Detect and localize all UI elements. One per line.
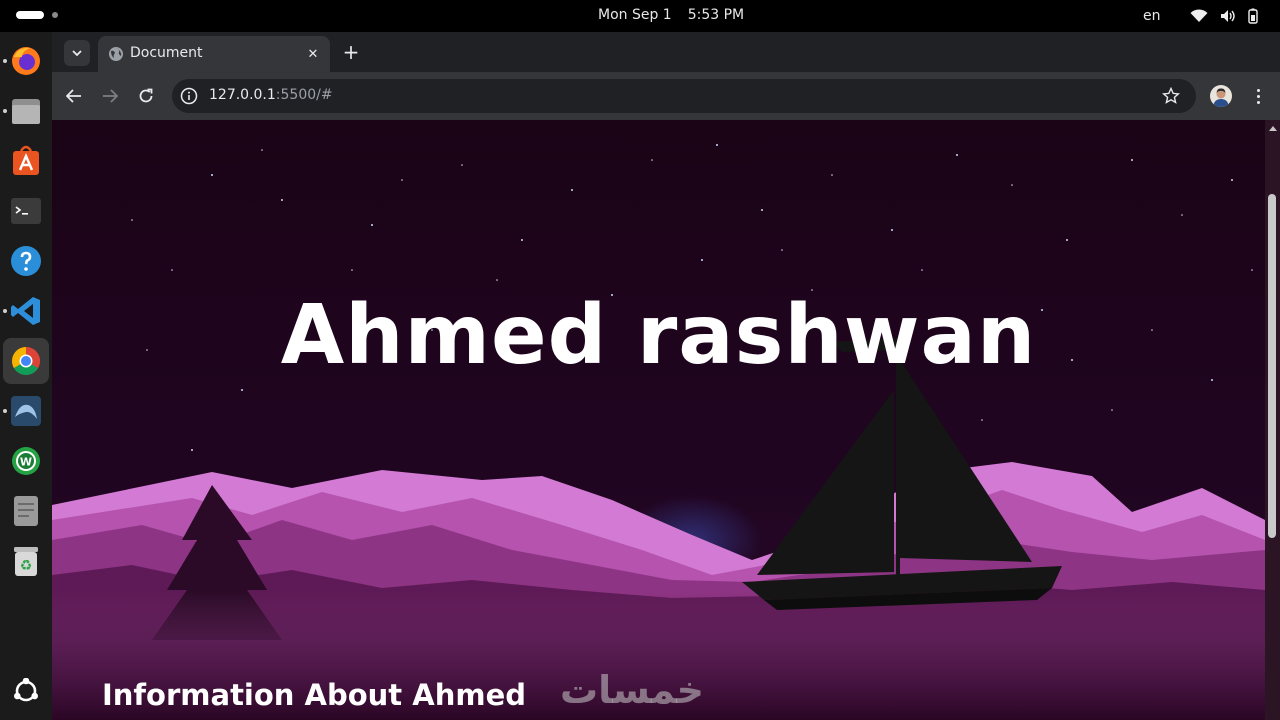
mysql-workbench-icon[interactable]	[8, 393, 44, 429]
reload-icon	[139, 88, 153, 103]
running-indicator	[3, 309, 7, 313]
page-scrollbar[interactable]	[1265, 120, 1280, 720]
browser-window: Document ✕ + 127.0.0.1:5500/# Ahmed rash…	[52, 32, 1280, 720]
running-indicator	[3, 59, 7, 63]
tab-search-button[interactable]	[64, 40, 90, 66]
scroll-up-icon[interactable]	[1269, 126, 1277, 131]
clock-date: Mon Sep 1	[598, 7, 672, 23]
watermark-logo: خمسات	[560, 668, 704, 712]
svg-text:W: W	[20, 456, 32, 469]
running-indicator	[3, 409, 7, 413]
chevron-down-icon	[72, 50, 82, 56]
system-tray[interactable]	[1190, 8, 1258, 24]
new-tab-button[interactable]: +	[340, 40, 362, 64]
reload-button[interactable]	[135, 85, 157, 107]
text-editor-icon[interactable]	[8, 493, 44, 529]
clock-time: 5:53 PM	[687, 7, 745, 23]
dock: W ♻	[0, 32, 52, 720]
help-icon[interactable]	[8, 243, 44, 279]
url-path: :5500/#	[275, 87, 333, 103]
ubuntu-logo-icon[interactable]	[8, 673, 44, 709]
tab-strip: Document ✕ +	[52, 32, 1280, 72]
arrow-right-icon	[103, 89, 118, 103]
workspace-indicator-active	[16, 11, 44, 19]
whatsapp-icon[interactable]: W	[8, 443, 44, 479]
vscode-icon[interactable]	[8, 293, 44, 329]
arrow-left-icon	[66, 89, 81, 103]
keyboard-language[interactable]: en	[1143, 8, 1161, 24]
svg-text:♻: ♻	[20, 558, 33, 574]
wifi-icon	[1190, 9, 1208, 22]
chrome-icon[interactable]	[3, 338, 49, 384]
web-page: Ahmed rashwan Information About Ahmed خم…	[52, 120, 1265, 720]
profile-avatar[interactable]	[1210, 85, 1232, 107]
terminal-icon[interactable]	[8, 193, 44, 229]
scroll-thumb[interactable]	[1268, 194, 1276, 538]
firefox-icon[interactable]	[8, 43, 44, 79]
browser-menu-button[interactable]	[1248, 85, 1268, 107]
globe-icon	[109, 47, 123, 61]
browser-toolbar: 127.0.0.1:5500/#	[52, 72, 1280, 120]
back-button[interactable]	[63, 85, 85, 107]
url-text[interactable]: 127.0.0.1:5500/#	[209, 87, 333, 103]
address-bar[interactable]: 127.0.0.1:5500/#	[172, 79, 1196, 113]
clock[interactable]: Mon Sep 1 5:53 PM	[598, 7, 744, 23]
forward-button[interactable]	[99, 85, 121, 107]
app-center-icon[interactable]	[8, 143, 44, 179]
files-icon[interactable]	[8, 93, 44, 129]
hero-title: Ahmed rashwan	[280, 288, 1037, 383]
trash-icon[interactable]: ♻	[8, 543, 44, 579]
tab-document[interactable]: Document ✕	[98, 36, 330, 72]
workspace-indicator	[52, 12, 58, 18]
tab-title: Document	[130, 45, 203, 61]
bookmark-star-icon[interactable]	[1162, 87, 1180, 105]
section-heading: Information About Ahmed	[102, 678, 526, 712]
close-tab-icon[interactable]: ✕	[304, 45, 322, 63]
running-indicator	[3, 109, 7, 113]
system-top-bar: Mon Sep 1 5:53 PM en	[0, 0, 1280, 32]
url-host: 127.0.0.1	[209, 87, 276, 103]
volume-icon	[1221, 10, 1235, 22]
activities-button[interactable]	[16, 11, 58, 19]
battery-icon	[1248, 8, 1258, 24]
night-landscape-background	[52, 120, 1265, 720]
info-icon[interactable]	[180, 87, 198, 105]
avatar-icon	[1213, 88, 1229, 107]
